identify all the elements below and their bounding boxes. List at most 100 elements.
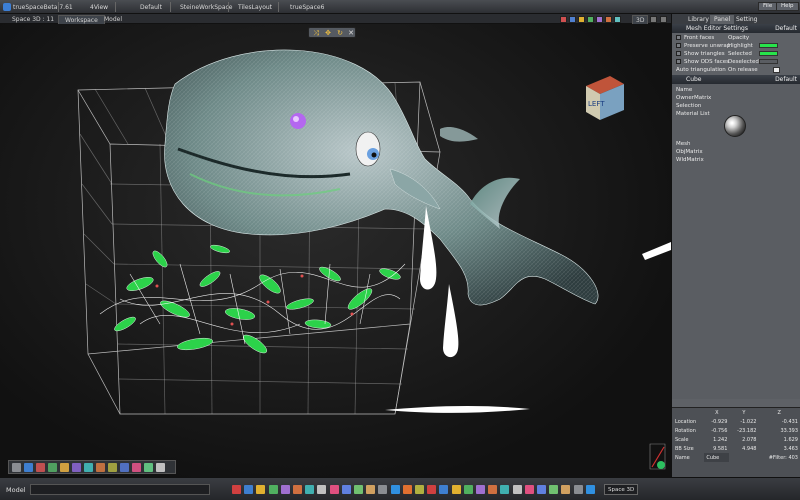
cone-tool-icon[interactable] [329, 485, 339, 494]
checkbox[interactable] [676, 35, 681, 40]
layout-truespace6[interactable]: trueSpace6 [290, 3, 324, 12]
object-default[interactable]: Default [775, 75, 797, 84]
weld-tool-icon[interactable] [439, 485, 449, 494]
rotation-x[interactable]: -0.756 [704, 426, 729, 435]
prop-owner-matrix[interactable]: OwnerMatrix [676, 95, 711, 101]
3d-viewport[interactable]: LEFT ⤨ ✥ ↻ ✕ [0, 24, 671, 477]
location-y[interactable]: -1.022 [729, 417, 758, 426]
scale-tool-icon[interactable] [268, 485, 278, 494]
text-tool-icon[interactable] [366, 485, 376, 494]
checkbox[interactable] [676, 43, 681, 48]
mesh-editor-default[interactable]: Default [775, 24, 797, 33]
plane-tool-icon[interactable] [354, 485, 363, 494]
rotate-tool-icon[interactable] [256, 485, 266, 494]
setting-front-faces[interactable]: Front faces Opacity [676, 34, 797, 42]
camera-view-icon[interactable] [24, 463, 33, 472]
scale-tool-icon[interactable]: ✕ [346, 29, 356, 37]
setting-preserve-unwrap[interactable]: Preserve unwrap Highlight [676, 42, 797, 50]
light-view-icon[interactable] [48, 463, 57, 472]
material-view-icon[interactable] [72, 463, 81, 472]
prop-wld-matrix[interactable]: WldMatrix [676, 157, 704, 163]
grid-view-icon[interactable] [84, 463, 93, 472]
setting-show-ods-faces[interactable]: Show ODS faces Deselected [676, 58, 797, 66]
bbsize-x[interactable]: 9.581 [704, 444, 729, 453]
render-tool-icon[interactable] [402, 485, 412, 494]
material-tool-icon[interactable] [415, 485, 424, 494]
pick-tool-icon[interactable]: ⤨ [311, 29, 321, 37]
space-mode-selector[interactable]: Space 3D [604, 484, 639, 495]
scale-z[interactable]: 1.629 [758, 435, 800, 444]
rotation-z[interactable]: 33.393 [758, 426, 800, 435]
location-x[interactable]: -0.929 [704, 417, 729, 426]
light-icon[interactable] [578, 16, 585, 23]
mesh-editor-header[interactable]: Mesh Editor Settings Default [672, 24, 800, 33]
layout-4view[interactable]: 4View [90, 3, 108, 12]
prop-mesh[interactable]: Mesh [676, 141, 690, 147]
open-tool-icon[interactable] [573, 485, 583, 494]
bevel-tool-icon[interactable] [463, 485, 473, 494]
prop-name[interactable]: Name [676, 87, 692, 93]
bbsize-z[interactable]: 3.463 [758, 444, 800, 453]
selected-color-swatch[interactable] [759, 51, 778, 56]
tab-model[interactable]: Model [98, 15, 128, 24]
mirror-tool-icon[interactable] [500, 485, 510, 494]
light-tool-icon[interactable] [378, 485, 388, 494]
camera-tool-icon[interactable] [390, 485, 400, 494]
rotate-tool-icon[interactable]: ↻ [335, 29, 345, 37]
prop-obj-matrix[interactable]: ObjMatrix [676, 149, 703, 155]
cylinder-tool-icon[interactable] [317, 485, 327, 494]
reset-view-icon[interactable] [156, 463, 165, 472]
link-tool-icon[interactable] [524, 485, 534, 494]
setting-auto-triangulation[interactable]: Auto triangulation On release [676, 66, 797, 74]
dropdown-arrow-icon[interactable] [773, 67, 780, 73]
close-icon[interactable] [660, 16, 667, 23]
paint-icon[interactable] [596, 16, 603, 23]
move-tool-icon[interactable]: ✥ [323, 29, 333, 37]
render-view-icon[interactable] [60, 463, 69, 472]
tab-setting[interactable]: Setting [732, 15, 761, 24]
grid-icon[interactable] [614, 16, 621, 23]
paint-tool-icon[interactable] [280, 485, 290, 494]
mode-3d-button[interactable]: 3D [632, 15, 649, 24]
uv-tool-icon[interactable] [427, 485, 437, 494]
status-input[interactable] [30, 484, 210, 495]
cube-tool-icon[interactable] [305, 485, 315, 494]
scale-y[interactable]: 2.078 [729, 435, 758, 444]
name-value[interactable]: Cube [704, 453, 730, 462]
render-icon[interactable] [560, 16, 567, 23]
pick-tool-icon[interactable] [232, 485, 241, 494]
pan-icon[interactable] [132, 463, 141, 472]
tab-panel[interactable]: Panel [710, 15, 735, 24]
material-icon[interactable] [569, 16, 576, 23]
zoom-icon[interactable] [120, 463, 129, 472]
save-tool-icon[interactable] [561, 485, 571, 494]
scale-x[interactable]: 1.242 [704, 435, 729, 444]
shade-view-icon[interactable] [108, 463, 117, 472]
material-preview-sphere[interactable] [724, 115, 746, 137]
wire-view-icon[interactable] [96, 463, 105, 472]
tab-library[interactable]: Library [684, 15, 713, 24]
highlight-color-swatch[interactable] [759, 43, 778, 48]
prop-selection[interactable]: Selection [676, 103, 701, 109]
help-tool-icon[interactable] [585, 485, 595, 494]
maximize-icon[interactable] [650, 16, 657, 23]
object-header[interactable]: Cube Default [672, 75, 800, 84]
torus-tool-icon[interactable] [341, 485, 351, 494]
deselected-color-swatch[interactable] [759, 59, 778, 64]
extrude-tool-icon[interactable] [451, 485, 461, 494]
file-menu-button[interactable]: File [758, 2, 778, 11]
checkbox[interactable] [676, 59, 681, 64]
orbit-icon[interactable] [144, 463, 153, 472]
knife-tool-icon[interactable] [476, 485, 485, 494]
bbsize-y[interactable]: 4.948 [729, 444, 758, 453]
object-view-icon[interactable] [36, 463, 45, 472]
setting-show-triangles[interactable]: Show triangles Selected [676, 50, 797, 58]
help-menu-button[interactable]: Help [776, 2, 799, 11]
group-tool-icon[interactable] [512, 485, 522, 494]
camera-icon[interactable] [605, 16, 612, 23]
sphere-tool-icon[interactable] [293, 485, 302, 494]
scene-icon[interactable] [587, 16, 594, 23]
boolean-tool-icon[interactable] [488, 485, 498, 494]
layout-steine-workspace[interactable]: SteineWorkSpace [180, 3, 233, 12]
location-z[interactable]: -0.431 [758, 417, 800, 426]
